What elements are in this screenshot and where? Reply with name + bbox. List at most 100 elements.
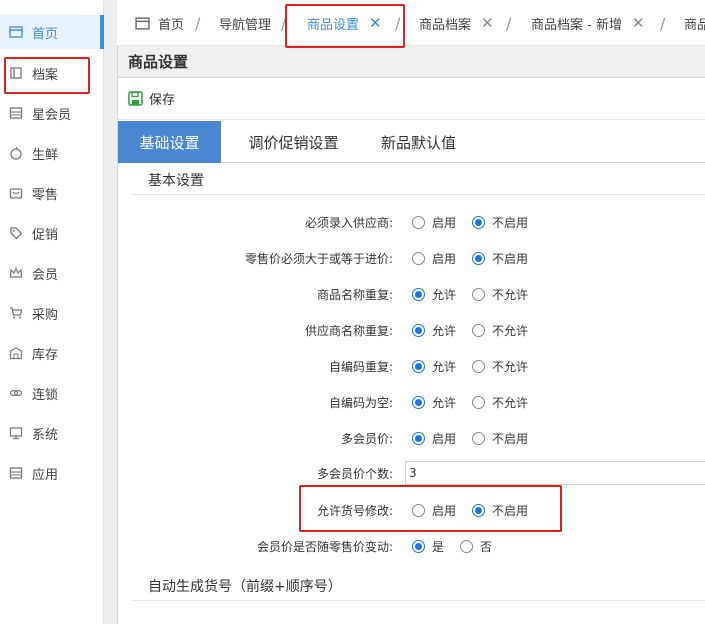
radio-option[interactable]: 允许 <box>412 351 456 381</box>
tab-nav-manage[interactable]: 导航管理 <box>219 0 271 46</box>
radio-label: 不允许 <box>492 359 529 374</box>
sidebar-item-chain[interactable]: 连锁 <box>0 376 104 410</box>
setting-row-allow-code-edit: 允许货号修改: 启用 不启用 <box>118 495 705 525</box>
radio-option[interactable]: 不允许 <box>472 315 528 345</box>
bag-icon <box>8 185 24 201</box>
sidebar-item-label: 连锁 <box>32 387 59 403</box>
radio-button[interactable] <box>460 539 473 553</box>
home-tab-icon <box>135 16 150 31</box>
radio-button[interactable] <box>472 395 485 409</box>
radio-option[interactable]: 启用 <box>412 423 456 453</box>
radio-option[interactable]: 允许 <box>412 279 456 309</box>
sidebar-item-inventory[interactable]: 库存 <box>0 336 104 370</box>
subtab-new-defaults[interactable]: 新品默认值 <box>366 121 471 163</box>
radio-label: 不启用 <box>492 215 529 230</box>
subtab-price-promo[interactable]: 调价促销设置 <box>231 121 356 163</box>
radio-button[interactable] <box>412 251 425 265</box>
radio-option[interactable]: 不允许 <box>472 387 528 417</box>
sidebar-item-home[interactable]: 首页 <box>0 15 104 49</box>
sidebar-gap <box>104 0 117 624</box>
radio-button[interactable] <box>472 359 485 373</box>
radio-option[interactable]: 是 <box>412 531 444 561</box>
radio-button[interactable] <box>472 503 485 517</box>
warehouse-icon <box>8 345 24 361</box>
radio-option[interactable]: 不启用 <box>472 495 528 525</box>
radio-option[interactable]: 允许 <box>412 387 456 417</box>
sidebar-item-retail[interactable]: 零售 <box>0 176 104 210</box>
sidebar-item-purchase[interactable]: 采购 <box>0 296 104 330</box>
close-icon[interactable]: ✕ <box>369 14 382 32</box>
sidebar-item-system[interactable]: 系统 <box>0 416 104 450</box>
radio-button[interactable] <box>412 539 425 553</box>
subtab-basic[interactable]: 基础设置 <box>118 121 221 163</box>
crown-icon <box>8 265 24 281</box>
radio-label: 不允许 <box>492 395 529 410</box>
tab-separator: / <box>281 14 287 33</box>
app-icon <box>8 465 24 481</box>
radio-label: 允许 <box>432 359 457 374</box>
tab-product-settings[interactable]: 商品设置 ✕ <box>307 0 382 46</box>
section-basic-settings: 基本设置 <box>132 165 705 195</box>
sidebar-item-label: 会员 <box>32 267 59 283</box>
radio-label: 允许 <box>432 287 457 302</box>
radio-option[interactable]: 启用 <box>412 207 456 237</box>
radio-button[interactable] <box>412 395 425 409</box>
radio-option[interactable]: 不启用 <box>472 207 528 237</box>
radio-button[interactable] <box>412 323 425 337</box>
radio-label: 不启用 <box>492 503 529 518</box>
sidebar-item-label: 星会员 <box>32 107 72 123</box>
radio-option[interactable]: 不允许 <box>472 279 528 309</box>
setting-row-member-follow-retail: 会员价是否随零售价变动: 是 否 <box>118 531 705 561</box>
member-price-count-input[interactable] <box>405 461 705 485</box>
sidebar-item-label: 促销 <box>32 227 59 243</box>
radio-label: 启用 <box>432 431 457 446</box>
settings-subtabs: 基础设置 调价促销设置 新品默认值 <box>118 121 705 163</box>
tab-home[interactable]: 首页 <box>135 0 184 46</box>
tab-label: 首页 <box>158 17 185 33</box>
tab-label: 商品档案 <box>419 17 472 33</box>
radio-option[interactable]: 否 <box>460 531 492 561</box>
tab-label: 导航管理 <box>219 17 272 33</box>
tab-separator: / <box>395 14 401 33</box>
radio-button[interactable] <box>412 287 425 301</box>
radio-button[interactable] <box>472 215 485 229</box>
radio-button[interactable] <box>472 251 485 265</box>
tag-icon <box>8 225 24 241</box>
radio-button[interactable] <box>472 287 485 301</box>
setting-row-member-price-count: 多会员价个数: <box>118 458 705 488</box>
radio-option[interactable]: 允许 <box>412 315 456 345</box>
sidebar-item-star-member[interactable]: 星会员 <box>0 96 104 130</box>
toolbar: 保存 <box>118 78 705 120</box>
sidebar-item-member[interactable]: 会员 <box>0 256 104 290</box>
close-icon[interactable]: ✕ <box>481 14 494 32</box>
sidebar-item-label: 零售 <box>32 187 59 203</box>
radio-button[interactable] <box>472 323 485 337</box>
sidebar-item-apps[interactable]: 应用 <box>0 456 104 490</box>
save-label: 保存 <box>149 93 176 108</box>
radio-option[interactable]: 启用 <box>412 495 456 525</box>
radio-button[interactable] <box>412 503 425 517</box>
close-icon[interactable]: ✕ <box>632 14 645 32</box>
save-button[interactable]: 保存 <box>128 89 175 108</box>
radio-button[interactable] <box>472 431 485 445</box>
radio-option[interactable]: 不启用 <box>472 423 528 453</box>
tab-separator: / <box>660 14 666 33</box>
tab-product-archive-new[interactable]: 商品档案 - 新增 ✕ <box>531 0 645 46</box>
sidebar-item-promotion[interactable]: 促销 <box>0 216 104 250</box>
radio-label: 允许 <box>432 395 457 410</box>
setting-label: 零售价必须大于或等于进价: <box>244 251 393 266</box>
sidebar-item-archive[interactable]: 档案 <box>0 56 104 90</box>
sidebar-item-fresh[interactable]: 生鲜 <box>0 136 104 170</box>
sidebar-item-label: 应用 <box>32 467 59 483</box>
radio-option[interactable]: 不启用 <box>472 243 528 273</box>
setting-label: 允许货号修改: <box>316 503 393 518</box>
tab-product-archive[interactable]: 商品档案 ✕ <box>419 0 494 46</box>
radio-option[interactable]: 不允许 <box>472 351 528 381</box>
radio-button[interactable] <box>412 431 425 445</box>
radio-button[interactable] <box>412 359 425 373</box>
radio-button[interactable] <box>412 215 425 229</box>
radio-option[interactable]: 启用 <box>412 243 456 273</box>
tab-product-more[interactable]: 商品 <box>684 0 705 46</box>
tab-bar: 首页 / 导航管理 / 商品设置 ✕ / 商品档案 ✕ / 商品档案 - 新增 … <box>117 0 705 46</box>
sidebar-item-label: 首页 <box>32 26 59 42</box>
